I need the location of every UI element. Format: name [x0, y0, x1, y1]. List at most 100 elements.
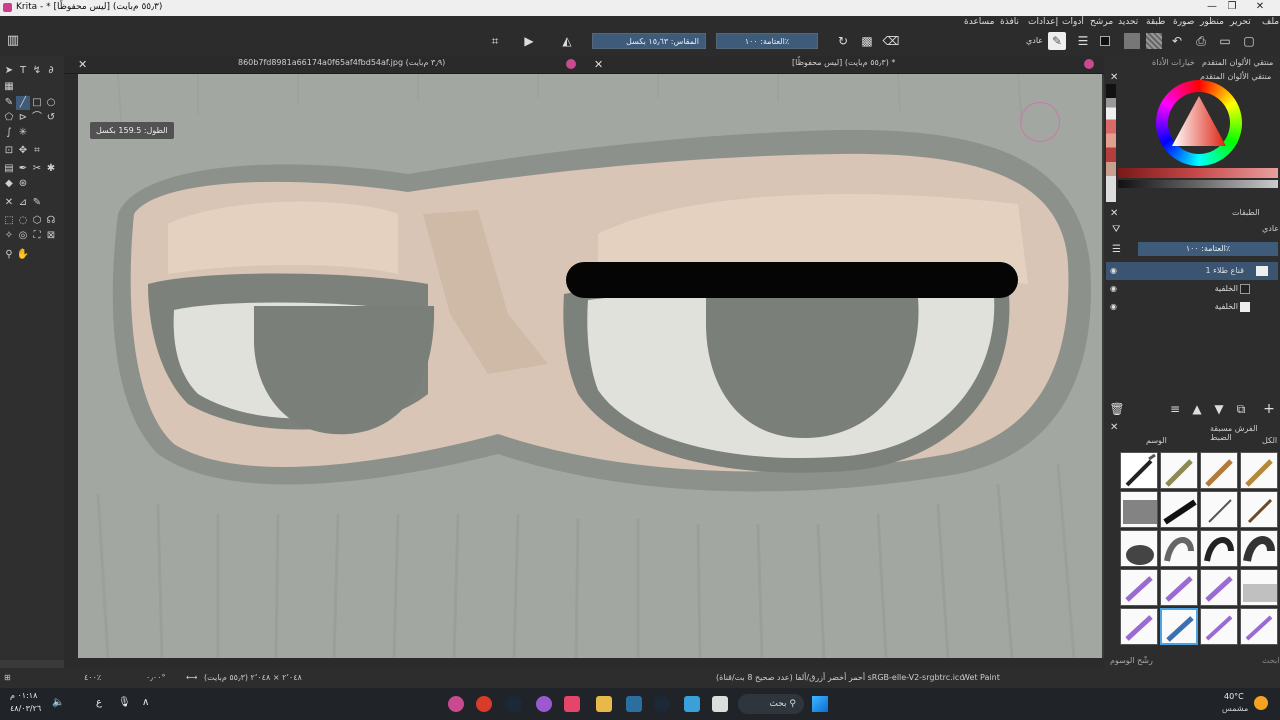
close-brushes-icon[interactable]: ✕: [1110, 422, 1118, 433]
brush-preset-tile[interactable]: [1160, 452, 1198, 489]
brush-preset-tile[interactable]: [1160, 569, 1198, 606]
brush-preset-tile[interactable]: [1200, 569, 1238, 606]
color-slider-value[interactable]: [1118, 180, 1278, 188]
ellipse-tool-icon[interactable]: ○: [44, 96, 58, 110]
menu-window[interactable]: نافذة: [1000, 17, 1019, 31]
freehand-brush-icon[interactable]: ✎: [2, 96, 16, 110]
fill-tool-icon[interactable]: ◆: [2, 177, 16, 191]
similar-select-icon[interactable]: ◎: [16, 229, 30, 243]
brush-preset-tile[interactable]: [1120, 608, 1158, 645]
move-layer-down-icon[interactable]: ▼: [1210, 400, 1228, 418]
layer-row[interactable]: الخلفية ◉: [1106, 298, 1278, 316]
brush-preset-tile[interactable]: [1200, 608, 1238, 645]
save-icon[interactable]: ⎙: [1192, 32, 1210, 50]
transform-icon[interactable]: ⌗: [486, 32, 504, 50]
chevron-up-icon[interactable]: ∧: [142, 697, 149, 708]
layer-row[interactable]: قناع طلاء 1 ◉: [1106, 262, 1278, 280]
assistant-icon[interactable]: ▦: [2, 80, 16, 94]
network-taskbar-icon[interactable]: [684, 696, 700, 712]
bezier-tool-icon[interactable]: ⌒: [30, 111, 44, 125]
minimize-button[interactable]: —: [1202, 1, 1222, 15]
enclose-fill-icon[interactable]: ⊛: [16, 177, 30, 191]
layers-opacity-slider[interactable]: العتامة: ١٠٠٪: [1138, 242, 1278, 256]
zoom-tool-icon[interactable]: ⚲: [2, 248, 16, 262]
pattern-swatch[interactable]: [1146, 33, 1162, 49]
clock-date[interactable]: ٤٨/٠٣/٢٦: [10, 704, 41, 713]
gradient-tool-icon[interactable]: ▤: [2, 162, 16, 176]
pan-tool-icon[interactable]: ✋: [16, 248, 30, 262]
discord-taskbar-icon[interactable]: [536, 696, 552, 712]
brush-preset-tile[interactable]: [1200, 491, 1238, 528]
brush-preset-tile[interactable]: [1120, 452, 1158, 489]
brush-preset-tile[interactable]: [1120, 491, 1158, 528]
weather-desc[interactable]: مشمس: [1222, 704, 1248, 713]
freehand-select-icon[interactable]: ☊: [44, 214, 58, 228]
select-shapes-icon[interactable]: ➤: [2, 64, 16, 78]
brush-search-input[interactable]: ابحث: [1262, 656, 1279, 665]
tab-current-document[interactable]: [ليس محفوظًا] (٥٥٫٣ م‌بايت) *: [792, 58, 895, 67]
start-button[interactable]: [812, 696, 828, 712]
move-tool-icon[interactable]: ✥: [16, 144, 30, 158]
foreground-color-swatch[interactable]: [1100, 36, 1110, 46]
horizontal-scrollbar[interactable]: [64, 658, 1104, 668]
transform-tool-icon[interactable]: ⊡: [2, 144, 16, 158]
brush-preset-tile[interactable]: [1160, 491, 1198, 528]
layer-row[interactable]: الخلفية ◉: [1106, 280, 1278, 298]
brush-preset-tile-selected[interactable]: [1160, 608, 1198, 645]
tab-color-selector[interactable]: منتقي الألوان المتقدم: [1202, 58, 1273, 67]
layer-visible-icon[interactable]: ◉: [1110, 298, 1117, 316]
reference-images-icon[interactable]: ✎: [30, 196, 44, 210]
new-document-icon[interactable]: ▢: [1240, 32, 1258, 50]
delete-layer-icon[interactable]: 🗑: [1108, 400, 1126, 418]
brush-tag-filter[interactable]: الوسم: [1146, 436, 1167, 445]
brush-preset-tile[interactable]: [1240, 452, 1278, 489]
undo-icon[interactable]: ↶: [1168, 32, 1186, 50]
menu-select[interactable]: تحديد: [1118, 17, 1138, 31]
crop-tool-icon[interactable]: ⌗: [30, 144, 44, 158]
polygon-tool-icon[interactable]: ⬠: [2, 111, 16, 125]
brush-preset-tile[interactable]: [1240, 608, 1278, 645]
language-indicator[interactable]: ع: [96, 697, 102, 708]
layer-properties-icon[interactable]: ≡: [1166, 400, 1184, 418]
menu-tools[interactable]: أدوات: [1062, 17, 1084, 31]
tab-reference-image[interactable]: 860b7fd8981a66174a0f65af4fbd54af.jpg (٣٫…: [238, 58, 445, 67]
gradient-swatch[interactable]: [1124, 33, 1140, 49]
ellipse-select-icon[interactable]: ◌: [16, 214, 30, 228]
recent-colors-strip[interactable]: [1106, 84, 1116, 202]
brush-preset-tile[interactable]: [1240, 569, 1278, 606]
microphone-icon[interactable]: 🎙: [118, 697, 131, 708]
menu-edit[interactable]: تحرير: [1230, 17, 1251, 31]
steam-taskbar-icon[interactable]: [506, 696, 522, 712]
menu-image[interactable]: صورة: [1173, 17, 1194, 31]
speaker-icon[interactable]: 🔈: [52, 697, 64, 708]
brush-preset-tile[interactable]: [1120, 569, 1158, 606]
magnetic-select-icon[interactable]: ⊠: [44, 229, 58, 243]
freehand-path-icon[interactable]: ↺: [44, 111, 58, 125]
close-tab-1-icon[interactable]: ✕: [78, 58, 87, 71]
brush-preset-tile[interactable]: [1240, 491, 1278, 528]
menu-layer[interactable]: طبقة: [1146, 17, 1165, 31]
tab-tool-options[interactable]: خيارات الأداة: [1152, 58, 1195, 67]
calligraphy-icon[interactable]: ∂: [44, 64, 58, 78]
open-icon[interactable]: ▭: [1216, 32, 1234, 50]
play-icon[interactable]: ▶: [520, 32, 538, 50]
measure-tool-icon[interactable]: ⊿: [16, 196, 30, 210]
colorize-mask-icon[interactable]: ✂: [30, 162, 44, 176]
close-docker-icon[interactable]: ✕: [1110, 72, 1118, 83]
brush-preset-tile[interactable]: [1240, 530, 1278, 567]
color-slider-red[interactable]: [1118, 168, 1278, 178]
reload-preset-icon[interactable]: ↻: [834, 32, 852, 50]
weather-temp[interactable]: 40°C: [1224, 692, 1244, 701]
menu-view[interactable]: منظور: [1200, 17, 1224, 31]
edit-shapes-icon[interactable]: ↯: [30, 64, 44, 78]
document-taskbar-icon[interactable]: [712, 696, 728, 712]
text-tool-icon[interactable]: T: [16, 64, 30, 78]
brush-preset-tile[interactable]: [1160, 530, 1198, 567]
contiguous-select-icon[interactable]: ✧: [2, 229, 16, 243]
brush-size-slider[interactable]: المقاس: ١٥٫٦٣ بكسل: [592, 33, 706, 49]
rect-select-icon[interactable]: ⬚: [2, 214, 16, 228]
maximize-button[interactable]: ❐: [1222, 1, 1242, 15]
brush-tag-label[interactable]: الكل: [1262, 436, 1277, 445]
dynamic-brush-icon[interactable]: ∫: [2, 126, 16, 140]
eraser-icon[interactable]: ⌫: [882, 32, 900, 50]
